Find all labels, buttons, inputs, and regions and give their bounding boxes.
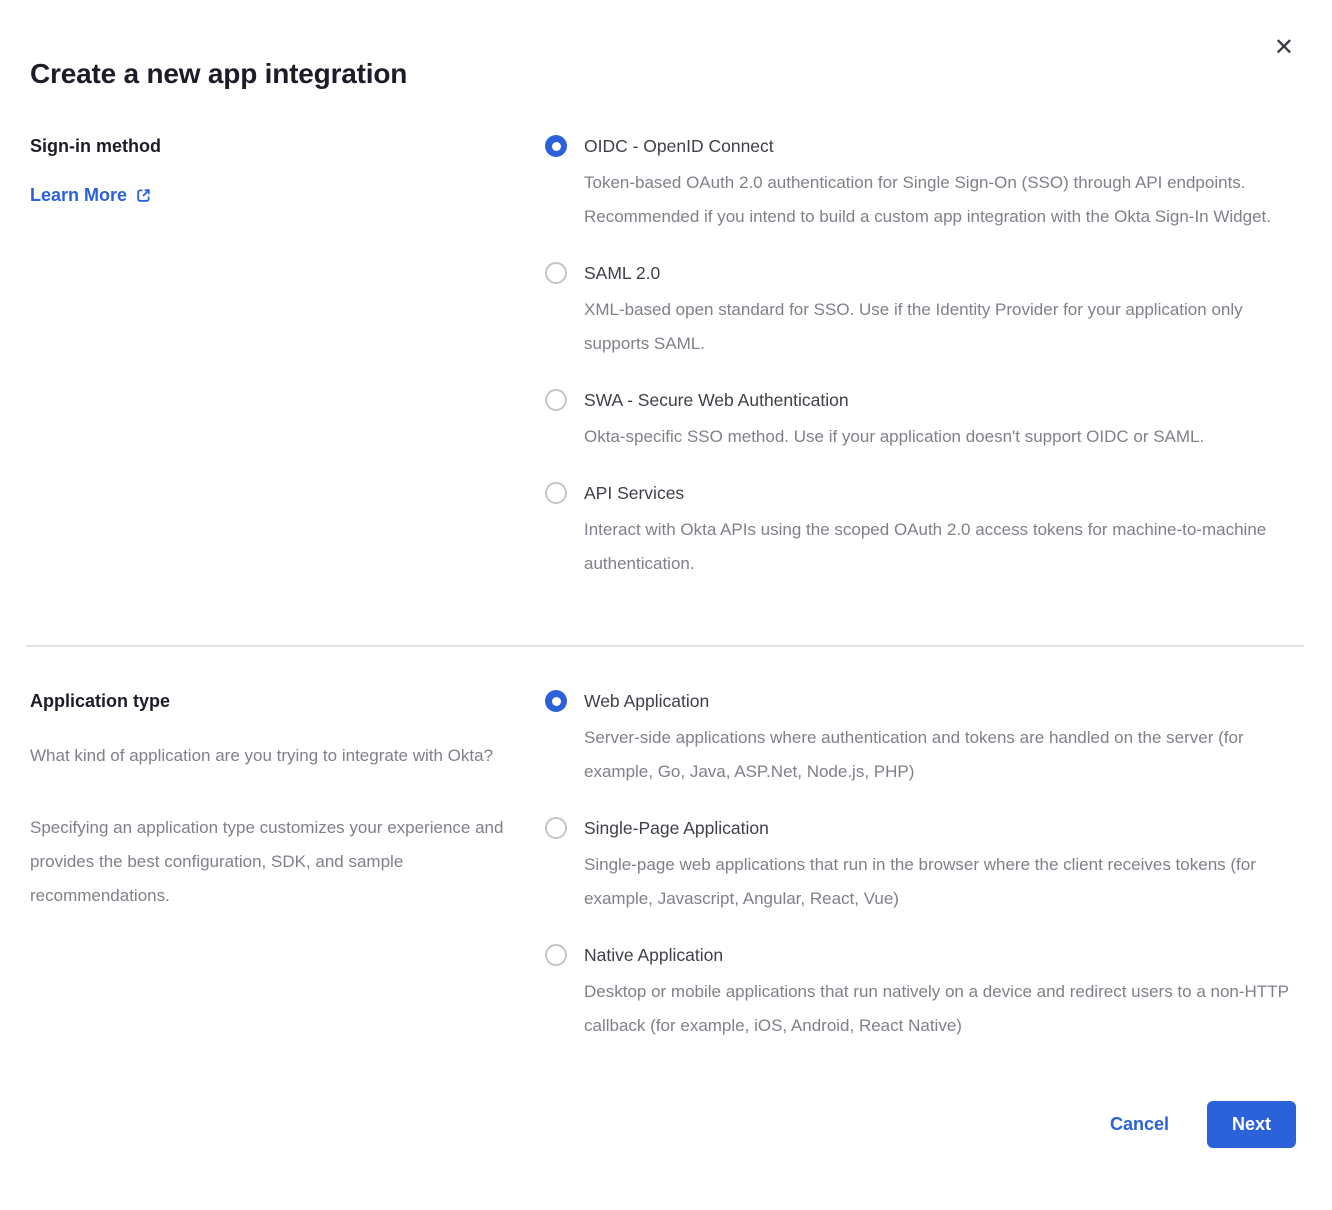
option-web-application-label: Web Application bbox=[584, 689, 1296, 713]
radio-single-page-application[interactable] bbox=[545, 817, 567, 839]
option-swa-description: Okta-specific SSO method. Use if your ap… bbox=[584, 420, 1204, 454]
dialog-footer: Cancel Next bbox=[30, 1101, 1296, 1148]
radio-web-application[interactable] bbox=[545, 690, 567, 712]
application-type-section: Application type What kind of applicatio… bbox=[30, 689, 1296, 1043]
option-oidc[interactable]: OIDC - OpenID Connect Token-based OAuth … bbox=[545, 134, 1296, 234]
application-type-left-column: Application type What kind of applicatio… bbox=[30, 689, 545, 913]
option-saml-label: SAML 2.0 bbox=[584, 261, 1296, 285]
radio-saml[interactable] bbox=[545, 262, 567, 284]
option-saml-description: XML-based open standard for SSO. Use if … bbox=[584, 293, 1296, 361]
option-oidc-description: Token-based OAuth 2.0 authentication for… bbox=[584, 166, 1296, 234]
signin-method-left-column: Sign-in method Learn More bbox=[30, 134, 545, 206]
option-oidc-label: OIDC - OpenID Connect bbox=[584, 134, 1296, 158]
signin-method-section: Sign-in method Learn More OIDC - OpenID … bbox=[30, 134, 1296, 581]
cancel-button[interactable]: Cancel bbox=[1110, 1114, 1169, 1135]
option-api-services[interactable]: API Services Interact with Okta APIs usi… bbox=[545, 481, 1296, 581]
application-type-options: Web Application Server-side applications… bbox=[545, 689, 1296, 1043]
signin-method-options: OIDC - OpenID Connect Token-based OAuth … bbox=[545, 134, 1296, 581]
application-type-heading: Application type bbox=[30, 689, 521, 713]
radio-api-services[interactable] bbox=[545, 482, 567, 504]
option-single-page-application-description: Single-page web applications that run in… bbox=[584, 848, 1296, 916]
signin-method-heading: Sign-in method bbox=[30, 134, 521, 158]
option-native-application-label: Native Application bbox=[584, 943, 1296, 967]
option-native-application-description: Desktop or mobile applications that run … bbox=[584, 975, 1296, 1043]
create-app-integration-dialog: ✕ Create a new app integration Sign-in m… bbox=[0, 0, 1332, 1210]
page-title: Create a new app integration bbox=[30, 0, 1296, 90]
option-swa[interactable]: SWA - Secure Web Authentication Okta-spe… bbox=[545, 388, 1296, 454]
application-type-intro-2: Specifying an application type customize… bbox=[30, 811, 505, 913]
option-web-application[interactable]: Web Application Server-side applications… bbox=[545, 689, 1296, 789]
option-api-services-description: Interact with Okta APIs using the scoped… bbox=[584, 513, 1296, 581]
learn-more-label: Learn More bbox=[30, 185, 127, 206]
option-single-page-application[interactable]: Single-Page Application Single-page web … bbox=[545, 816, 1296, 916]
close-icon[interactable]: ✕ bbox=[1274, 36, 1294, 60]
radio-swa[interactable] bbox=[545, 389, 567, 411]
radio-oidc[interactable] bbox=[545, 135, 567, 157]
learn-more-link[interactable]: Learn More bbox=[30, 185, 152, 206]
option-saml[interactable]: SAML 2.0 XML-based open standard for SSO… bbox=[545, 261, 1296, 361]
section-divider bbox=[26, 645, 1304, 647]
option-native-application[interactable]: Native Application Desktop or mobile app… bbox=[545, 943, 1296, 1043]
option-swa-label: SWA - Secure Web Authentication bbox=[584, 388, 1204, 412]
option-single-page-application-label: Single-Page Application bbox=[584, 816, 1296, 840]
next-button[interactable]: Next bbox=[1207, 1101, 1296, 1148]
external-link-icon bbox=[135, 187, 152, 204]
option-api-services-label: API Services bbox=[584, 481, 1296, 505]
application-type-intro-1: What kind of application are you trying … bbox=[30, 739, 505, 773]
radio-native-application[interactable] bbox=[545, 944, 567, 966]
option-web-application-description: Server-side applications where authentic… bbox=[584, 721, 1296, 789]
